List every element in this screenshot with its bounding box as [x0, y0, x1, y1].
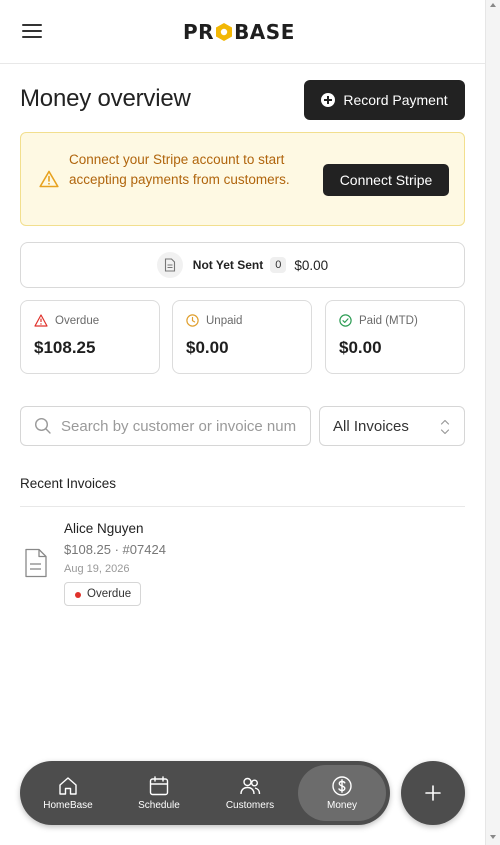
chevron-up-down-icon [440, 419, 450, 435]
alert-triangle-icon [34, 314, 48, 327]
home-icon [59, 777, 77, 795]
stat-value: $0.00 [186, 338, 229, 357]
nav-label: Money [326, 800, 357, 811]
page-title: Money overview [20, 85, 191, 112]
calendar-icon [149, 776, 169, 796]
document-icon [156, 252, 183, 278]
invoice-status-badge: Overdue [64, 582, 142, 606]
invoice-amount-number: $108.25 · #07424 [64, 542, 166, 557]
dollar-circle-icon [332, 776, 352, 796]
bottom-navigation: HomeBase Schedule Customers Money [20, 761, 390, 825]
nav-item-customers[interactable]: Customers [206, 765, 294, 821]
record-payment-label: Record Payment [343, 92, 448, 108]
invoice-date: Aug 19, 2026 [64, 563, 130, 575]
stat-label: Unpaid [206, 314, 243, 327]
stat-label: Overdue [55, 314, 100, 327]
nav-label: HomeBase [43, 800, 93, 811]
hamburger-menu-icon[interactable] [22, 24, 42, 40]
not-yet-sent-amount: $0.00 [294, 257, 329, 273]
check-circle-icon [339, 314, 352, 327]
nav-label: Customers [225, 800, 275, 811]
invoice-customer-name: Alice Nguyen [64, 521, 144, 536]
scroll-up-arrow-icon[interactable] [490, 3, 496, 7]
invoice-list-item[interactable]: Alice Nguyen $108.25 · #07424 Aug 19, 20… [20, 514, 465, 610]
search-input[interactable] [61, 417, 297, 435]
not-yet-sent-summary[interactable]: Not Yet Sent 0 $0.00 [20, 242, 465, 288]
record-payment-button[interactable]: Record Payment [304, 80, 465, 120]
recent-invoices-heading: Recent Invoices [20, 476, 117, 491]
banner-message: Connect your Stripe account to start acc… [69, 152, 290, 187]
nav-item-homebase[interactable]: HomeBase [24, 765, 112, 821]
logo-text-right: BASE [234, 20, 295, 44]
warning-triangle-icon [39, 170, 59, 188]
nav-item-schedule[interactable]: Schedule [115, 765, 203, 821]
money-overview-page: PR BASE Money overview Record Payment Co… [0, 0, 485, 845]
not-yet-sent-label: Not Yet Sent [192, 258, 264, 272]
stat-value: $0.00 [339, 338, 382, 357]
stat-card-overdue[interactable]: Overdue $108.25 [20, 300, 160, 374]
nav-item-money[interactable]: Money [298, 765, 386, 821]
nav-label: Schedule [138, 800, 180, 811]
connect-stripe-button[interactable]: Connect Stripe [323, 164, 449, 196]
filter-selected-value: All Invoices [333, 417, 409, 435]
stat-label: Paid (MTD) [359, 314, 418, 327]
probase-logo[interactable]: PR BASE [183, 20, 295, 44]
search-icon [34, 417, 51, 434]
app-header: PR BASE [0, 0, 485, 64]
stat-card-paid-mtd[interactable]: Paid (MTD) $0.00 [325, 300, 465, 374]
section-divider [20, 506, 465, 507]
invoice-filter-select[interactable]: All Invoices [319, 406, 465, 446]
stripe-connect-banner: Connect your Stripe account to start acc… [20, 132, 465, 226]
plus-icon [425, 785, 441, 801]
add-fab-button[interactable] [401, 761, 465, 825]
logo-text-left: PR [183, 20, 215, 44]
plus-circle-icon [321, 93, 336, 107]
invoice-document-icon [25, 548, 47, 578]
page-scrollbar[interactable] [485, 0, 500, 845]
not-yet-sent-count: 0 [270, 257, 287, 273]
stat-value: $108.25 [34, 338, 96, 357]
users-icon [240, 777, 261, 795]
stat-card-unpaid[interactable]: Unpaid $0.00 [172, 300, 312, 374]
scroll-down-arrow-icon[interactable] [490, 835, 496, 839]
clock-icon [186, 314, 199, 327]
invoice-search-box[interactable] [20, 406, 311, 446]
logo-hexagon-icon [216, 23, 233, 41]
